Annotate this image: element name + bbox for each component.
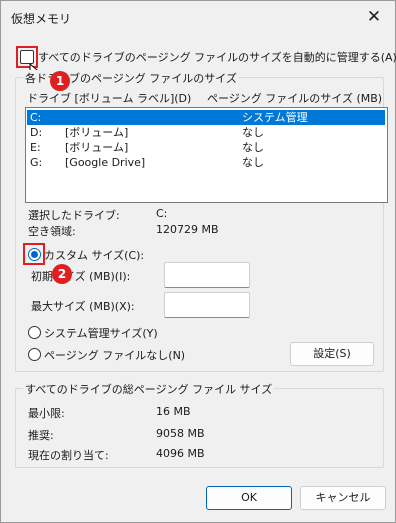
ok-button[interactable]: OK xyxy=(206,486,292,510)
highlight-box-2 xyxy=(23,243,45,265)
list-item[interactable]: G: [Google Drive] なし xyxy=(27,155,385,170)
drive-paging-size: なし xyxy=(242,126,264,139)
recommended-label: 推奨: xyxy=(28,429,54,442)
no-paging-label[interactable]: ページング ファイルなし(N) xyxy=(44,347,185,363)
custom-size-label[interactable]: カスタム サイズ(C): xyxy=(44,247,144,263)
system-managed-label[interactable]: システム管理サイズ(Y) xyxy=(44,325,158,341)
step-badge-1-overlay: 1 xyxy=(50,71,70,91)
drive-volume-label: [ボリューム] xyxy=(65,126,129,139)
list-item[interactable]: E: [ボリューム] なし xyxy=(27,140,385,155)
drive-letter: G: xyxy=(30,156,43,169)
drive-letter: C: xyxy=(30,111,42,124)
list-item[interactable]: D: [ボリューム] なし xyxy=(27,125,385,140)
drive-volume-label: [Google Drive] xyxy=(65,156,146,169)
min-value: 16 MB xyxy=(156,405,191,418)
selected-drive-value: C: xyxy=(156,207,168,220)
free-space-label: 空き領域: xyxy=(28,225,76,238)
drive-letter: E: xyxy=(30,141,41,154)
current-value: 4096 MB xyxy=(156,447,205,460)
no-paging-radio[interactable] xyxy=(28,348,41,361)
window-title: 仮想メモリ xyxy=(11,12,72,26)
drive-paging-size: システム管理 xyxy=(242,111,308,124)
list-item[interactable]: C: システム管理 xyxy=(27,110,385,125)
title-bar: 仮想メモリ ✕ xyxy=(1,1,395,33)
drive-letter: D: xyxy=(30,126,43,139)
recommended-value: 9058 MB xyxy=(156,427,205,440)
max-size-label: 最大サイズ (MB)(X): xyxy=(31,300,135,313)
size-column-header: ページング ファイルのサイズ (MB) xyxy=(207,92,383,105)
cancel-button[interactable]: キャンセル xyxy=(300,486,386,510)
close-icon[interactable]: ✕ xyxy=(359,3,389,31)
total-group-title: すべてのドライブの総ページング ファイル サイズ xyxy=(23,381,275,397)
current-label: 現在の割り当て: xyxy=(28,449,109,462)
initial-size-input[interactable] xyxy=(164,262,250,288)
selected-drive-label: 選択したドライブ: xyxy=(28,209,120,222)
auto-manage-label[interactable]: すべてのドライブのページング ファイルのサイズを自動的に管理する(A) xyxy=(38,49,396,65)
drive-column-header: ドライブ [ボリューム ラベル](D) xyxy=(27,92,192,105)
drive-paging-size: なし xyxy=(242,141,264,154)
virtual-memory-dialog: 仮想メモリ ✕ すべてのドライブのページング ファイルのサイズを自動的に管理する… xyxy=(0,0,396,523)
drive-list[interactable]: C: システム管理 D: [ボリューム] なし E: [ボリューム] なし G:… xyxy=(25,107,388,203)
step-badge-2: 2 xyxy=(52,264,72,284)
system-managed-radio[interactable] xyxy=(28,326,41,339)
min-label: 最小限: xyxy=(28,407,65,420)
drive-paging-size: なし xyxy=(242,156,264,169)
free-space-value: 120729 MB xyxy=(156,223,219,236)
drive-volume-label: [ボリューム] xyxy=(65,141,129,154)
set-button[interactable]: 設定(S) xyxy=(290,342,374,366)
initial-size-label: 初期サイズ (MB)(I): xyxy=(31,270,131,283)
max-size-input[interactable] xyxy=(164,292,250,318)
